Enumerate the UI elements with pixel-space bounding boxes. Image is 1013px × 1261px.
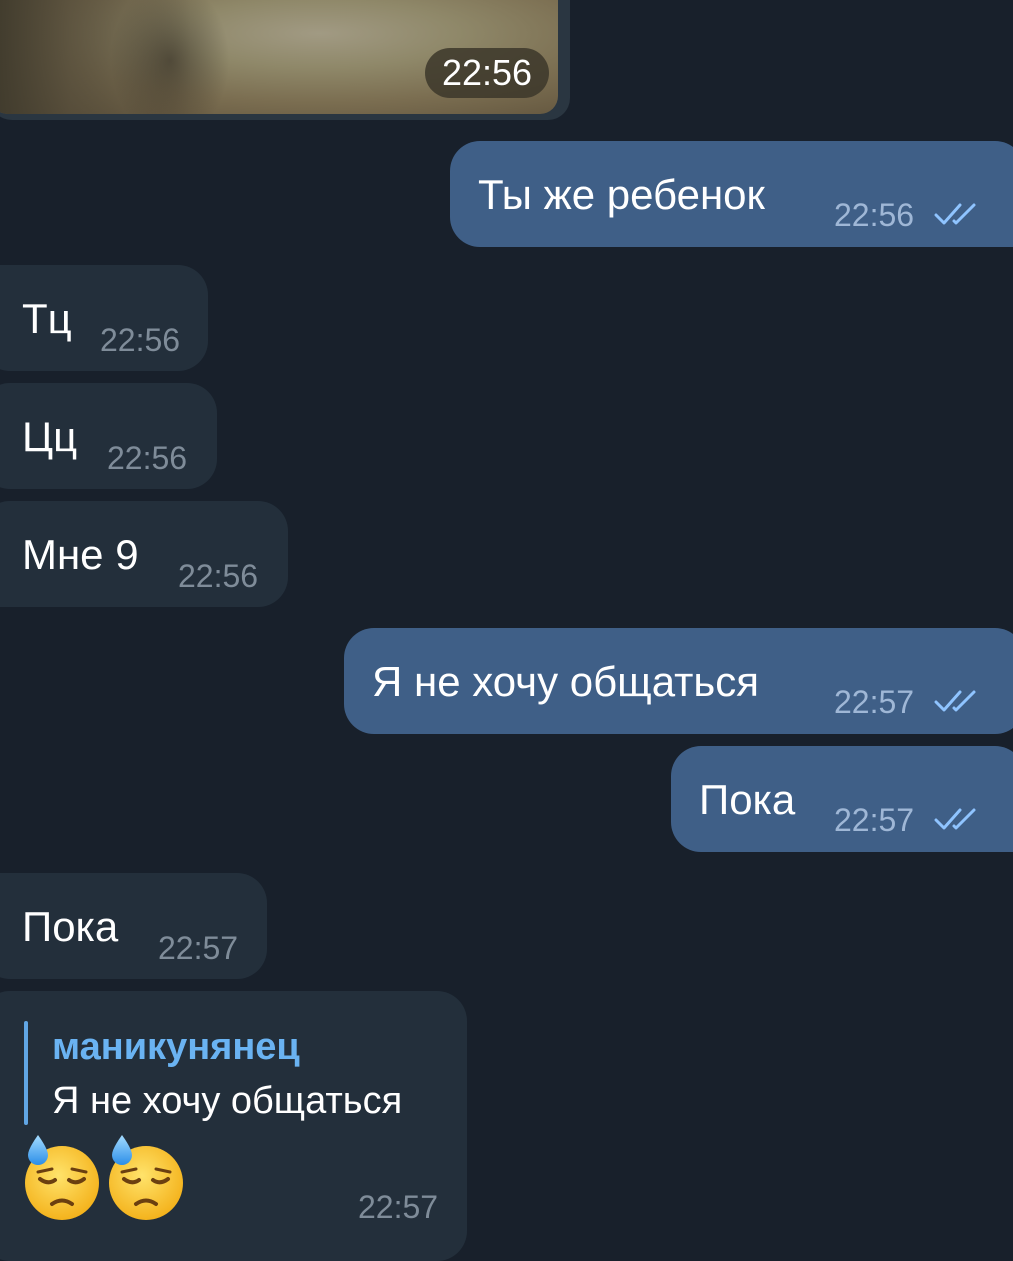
incoming-message[interactable]: Пока 22:57: [0, 873, 267, 979]
message-time: 22:56: [178, 558, 259, 594]
outgoing-message[interactable]: Ты же ребенок 22:56: [450, 141, 1013, 247]
photo-blur: [110, 0, 230, 114]
message-time: 22:57: [834, 684, 915, 720]
downcast-face-with-sweat-icon: [109, 1135, 183, 1220]
reply-author: маникунянец: [52, 1026, 300, 1068]
incoming-message[interactable]: Мне 9 22:56: [0, 501, 288, 607]
message-text: Пока: [699, 776, 796, 823]
photo-message[interactable]: 22:56: [0, 0, 570, 120]
reply-quote[interactable]: маникунянец Я не хочу общаться: [0, 991, 450, 1131]
message-text: Ты же ребенок: [478, 171, 765, 218]
downcast-face-with-sweat-icon: [25, 1135, 99, 1220]
double-check-icon: [934, 203, 976, 225]
incoming-reply-message[interactable]: маникунянец Я не хочу общаться 22:57: [0, 991, 467, 1261]
message-time: 22:56: [834, 197, 915, 233]
message-time: 22:57: [358, 1189, 439, 1225]
photo-time-badge: 22:56: [425, 48, 549, 98]
message-text: Пока: [22, 903, 119, 950]
message-time: 22:57: [158, 930, 239, 966]
message-text: Я не хочу общаться: [372, 658, 760, 705]
reply-quote-bar: [24, 1021, 28, 1125]
double-check-icon: [934, 808, 976, 830]
message-text: Тц: [22, 295, 72, 342]
message-text: Мне 9: [22, 531, 139, 578]
incoming-message[interactable]: Цц 22:56: [0, 383, 217, 489]
message-time: 22:57: [834, 802, 915, 838]
incoming-message[interactable]: Тц 22:56: [0, 265, 208, 371]
outgoing-message[interactable]: Я не хочу общаться 22:57: [344, 628, 1013, 734]
outgoing-message[interactable]: Пока 22:57: [671, 746, 1013, 852]
message-time: 22:56: [107, 440, 188, 476]
message-text: Цц: [22, 413, 78, 460]
double-check-icon: [934, 690, 976, 712]
reply-text: Я не хочу общаться: [52, 1080, 403, 1122]
message-time: 22:56: [100, 322, 181, 358]
